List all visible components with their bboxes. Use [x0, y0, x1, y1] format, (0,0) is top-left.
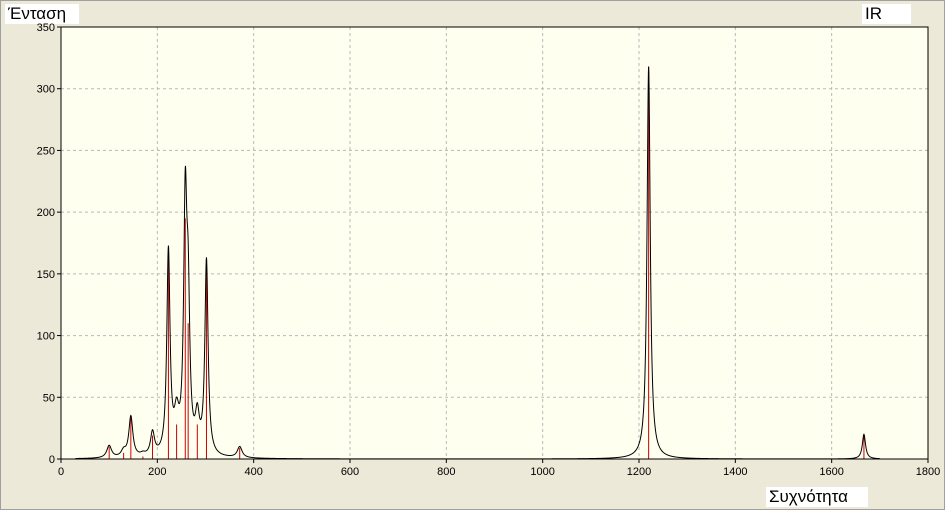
- x-tick-label: 1000: [530, 466, 554, 478]
- ir-spectrum-chart: 0 200 400 600 800 1000 1200 1400 1600 1800 0 50 100 1…: [37, 22, 941, 478]
- y-tick-label: 150: [37, 269, 55, 281]
- y-tick-label: 50: [43, 392, 55, 404]
- plot-area: [61, 27, 928, 459]
- x-tick-label: 1200: [627, 466, 651, 478]
- x-tick-label: 600: [341, 466, 359, 478]
- y-tick-label: 300: [37, 84, 55, 96]
- x-tick-label: 1400: [723, 466, 747, 478]
- x-tick-label: 200: [148, 466, 166, 478]
- x-tick-label: 800: [437, 466, 455, 478]
- y-tick-label: 200: [37, 207, 55, 219]
- x-tick-label: 1600: [819, 466, 843, 478]
- y-tick-label: 100: [37, 331, 55, 343]
- y-tick-label: 350: [37, 22, 55, 34]
- x-tick-label: 0: [58, 466, 64, 478]
- x-tick-label: 1800: [916, 466, 940, 478]
- x-tick-label: 400: [244, 466, 262, 478]
- y-tick-label: 0: [49, 454, 55, 466]
- y-tick-label: 250: [37, 145, 55, 157]
